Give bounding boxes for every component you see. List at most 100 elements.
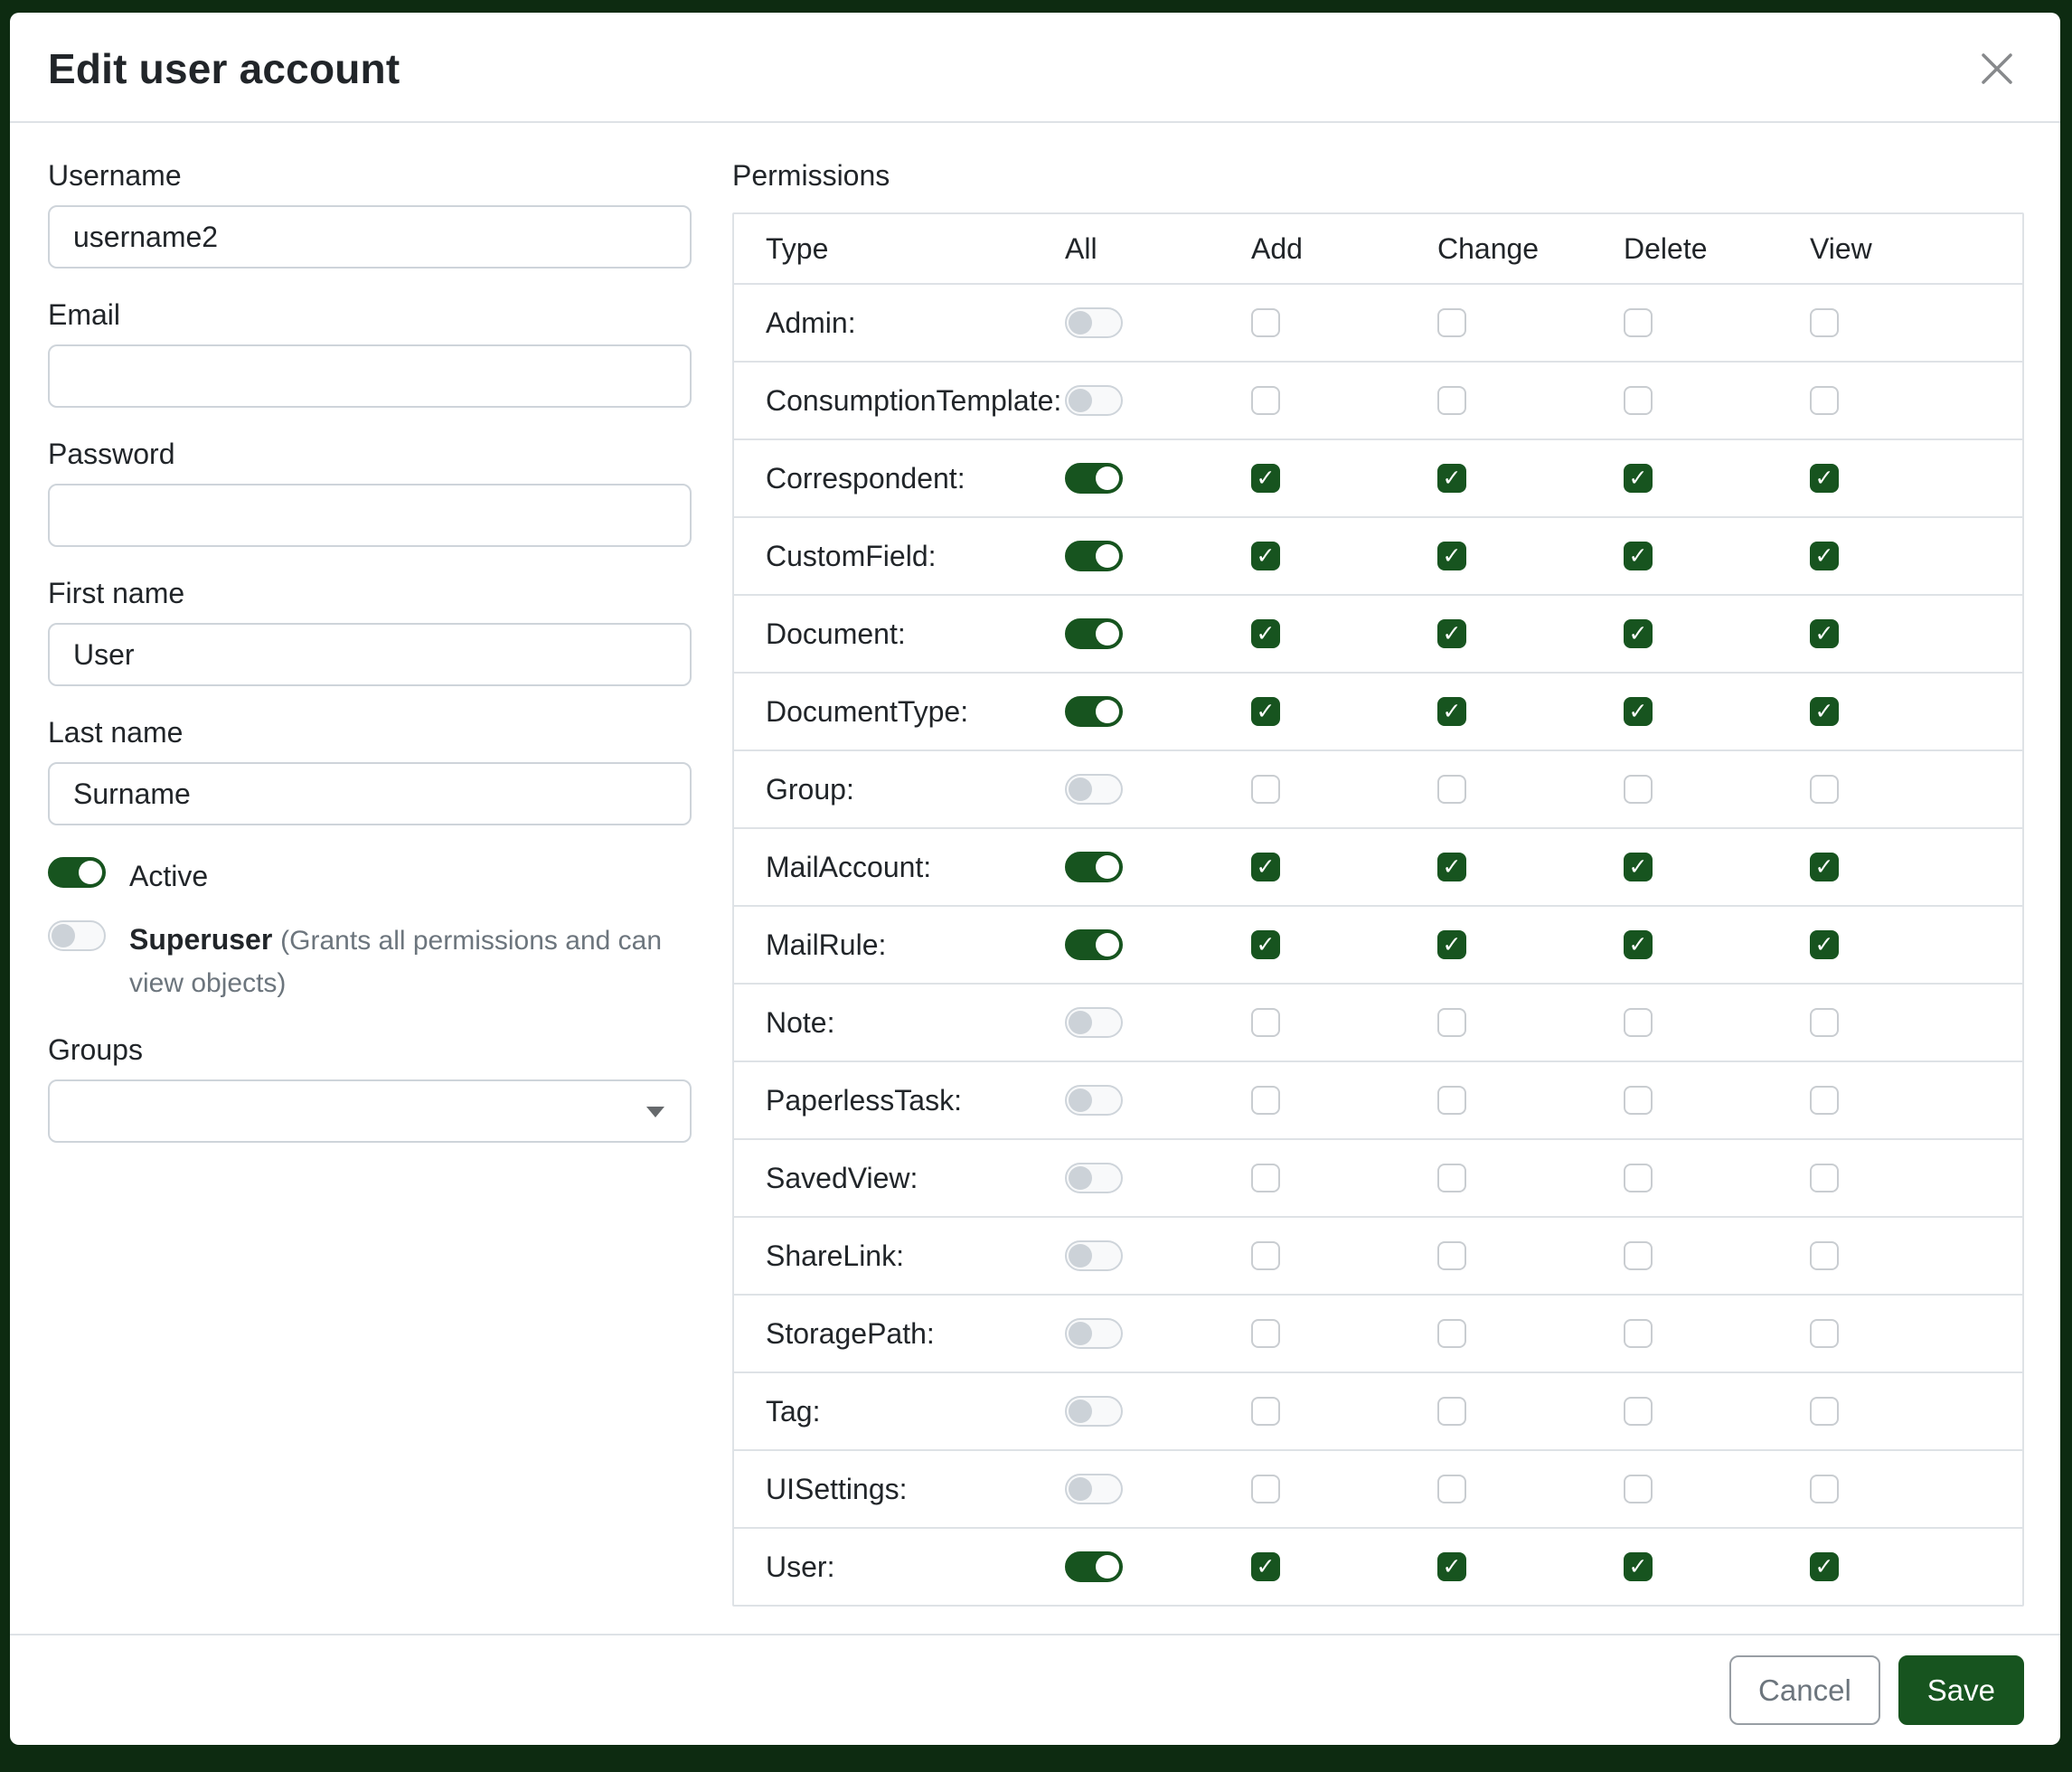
permission-view-checkbox[interactable] [1810,1008,1839,1037]
permission-change-checkbox[interactable] [1437,1008,1466,1037]
permission-add-checkbox[interactable] [1251,308,1280,337]
groups-select[interactable] [48,1079,692,1143]
permission-all-toggle[interactable] [1065,385,1123,416]
permission-view-checkbox[interactable] [1810,1552,1839,1581]
permission-change-checkbox[interactable] [1437,464,1466,493]
cancel-button[interactable]: Cancel [1729,1655,1880,1725]
permission-add-checkbox[interactable] [1251,386,1280,415]
permission-change-checkbox[interactable] [1437,853,1466,881]
save-button[interactable]: Save [1898,1655,2024,1725]
permission-change-checkbox[interactable] [1437,619,1466,648]
permission-delete-checkbox[interactable] [1624,1397,1653,1426]
permission-add-checkbox[interactable] [1251,1475,1280,1503]
permission-view-checkbox[interactable] [1810,386,1839,415]
permission-all-toggle[interactable] [1065,618,1123,649]
permission-add-checkbox[interactable] [1251,542,1280,570]
permission-change-checkbox[interactable] [1437,1552,1466,1581]
superuser-toggle[interactable] [48,920,106,951]
permission-change-checkbox[interactable] [1437,1241,1466,1270]
permission-change-checkbox[interactable] [1437,542,1466,570]
permission-all-toggle[interactable] [1065,774,1123,805]
last-name-input[interactable] [48,762,692,825]
permission-view-checkbox[interactable] [1810,1164,1839,1192]
permission-view-checkbox[interactable] [1810,1086,1839,1115]
permission-all-toggle[interactable] [1065,1163,1123,1193]
username-input[interactable] [48,205,692,269]
permission-add-checkbox[interactable] [1251,1397,1280,1426]
permission-delete-checkbox[interactable] [1624,386,1653,415]
permission-delete-checkbox[interactable] [1624,1241,1653,1270]
close-button[interactable] [1972,43,2022,94]
permission-view-checkbox[interactable] [1810,775,1839,804]
superuser-label-text: Superuser [129,923,272,956]
permission-view-checkbox[interactable] [1810,1241,1839,1270]
permission-delete-checkbox[interactable] [1624,697,1653,726]
active-label: Active [129,855,208,897]
permission-change-checkbox[interactable] [1437,1397,1466,1426]
permission-change-checkbox[interactable] [1437,1475,1466,1503]
permission-view-checkbox[interactable] [1810,542,1839,570]
password-input[interactable] [48,484,692,547]
permission-delete-checkbox[interactable] [1624,1164,1653,1192]
permission-add-checkbox[interactable] [1251,464,1280,493]
permission-delete-checkbox[interactable] [1624,1008,1653,1037]
permission-all-toggle[interactable] [1065,696,1123,727]
permission-view-checkbox[interactable] [1810,930,1839,959]
permission-view-checkbox[interactable] [1810,464,1839,493]
permission-add-checkbox[interactable] [1251,1164,1280,1192]
permission-add-checkbox[interactable] [1251,1241,1280,1270]
permission-view-checkbox[interactable] [1810,619,1839,648]
permission-all-toggle[interactable] [1065,1318,1123,1349]
permission-all-toggle[interactable] [1065,463,1123,494]
permission-view-checkbox[interactable] [1810,1397,1839,1426]
permission-delete-checkbox[interactable] [1624,1475,1653,1503]
permission-change-checkbox[interactable] [1437,386,1466,415]
permission-add-checkbox[interactable] [1251,1319,1280,1348]
permission-delete-checkbox[interactable] [1624,1319,1653,1348]
permission-all-toggle[interactable] [1065,1085,1123,1116]
permission-delete-checkbox[interactable] [1624,775,1653,804]
permission-delete-checkbox[interactable] [1624,1552,1653,1581]
permission-add-checkbox[interactable] [1251,697,1280,726]
permission-delete-checkbox[interactable] [1624,619,1653,648]
permission-all-toggle[interactable] [1065,852,1123,882]
permission-view-checkbox[interactable] [1810,853,1839,881]
permission-add-checkbox[interactable] [1251,619,1280,648]
permission-all-toggle[interactable] [1065,307,1123,338]
permission-all-toggle[interactable] [1065,1396,1123,1427]
permission-add-checkbox[interactable] [1251,1008,1280,1037]
permission-all-toggle[interactable] [1065,541,1123,571]
permission-add-checkbox[interactable] [1251,1086,1280,1115]
permission-delete-checkbox[interactable] [1624,930,1653,959]
permission-change-checkbox[interactable] [1437,1319,1466,1348]
header-change: Change [1437,232,1624,266]
permission-change-checkbox[interactable] [1437,775,1466,804]
permission-all-toggle[interactable] [1065,1007,1123,1038]
permission-change-checkbox[interactable] [1437,308,1466,337]
permission-delete-checkbox[interactable] [1624,308,1653,337]
permission-all-toggle[interactable] [1065,1474,1123,1504]
permission-change-checkbox[interactable] [1437,697,1466,726]
permission-add-checkbox[interactable] [1251,1552,1280,1581]
permission-add-checkbox[interactable] [1251,775,1280,804]
permission-all-toggle[interactable] [1065,1240,1123,1271]
permission-all-toggle[interactable] [1065,1551,1123,1582]
permission-add-checkbox[interactable] [1251,853,1280,881]
permission-all-toggle[interactable] [1065,929,1123,960]
permission-view-checkbox[interactable] [1810,697,1839,726]
permission-view-checkbox[interactable] [1810,1319,1839,1348]
permission-delete-checkbox[interactable] [1624,853,1653,881]
permission-row: ShareLink: [734,1216,2022,1294]
permission-delete-checkbox[interactable] [1624,464,1653,493]
permission-change-checkbox[interactable] [1437,1164,1466,1192]
permission-change-checkbox[interactable] [1437,1086,1466,1115]
permission-view-checkbox[interactable] [1810,1475,1839,1503]
first-name-input[interactable] [48,623,692,686]
email-input[interactable] [48,344,692,408]
permission-add-checkbox[interactable] [1251,930,1280,959]
permission-change-checkbox[interactable] [1437,930,1466,959]
permission-delete-checkbox[interactable] [1624,1086,1653,1115]
permission-delete-checkbox[interactable] [1624,542,1653,570]
permission-view-checkbox[interactable] [1810,308,1839,337]
active-toggle[interactable] [48,857,106,888]
